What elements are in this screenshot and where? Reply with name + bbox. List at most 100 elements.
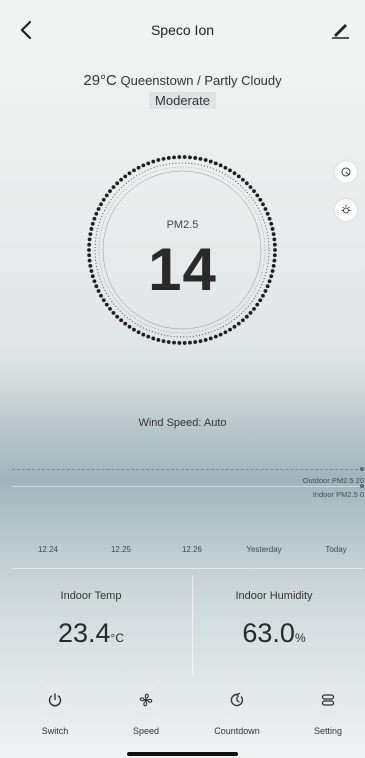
indoor-humidity-value: 63.0%: [183, 618, 365, 649]
ring-outer-dot: [108, 189, 112, 194]
air-quality-button[interactable]: [335, 161, 357, 183]
ring-outer-dot: [166, 340, 171, 344]
ring-outer-dot: [182, 341, 187, 345]
ring-outer-dot: [136, 330, 141, 335]
ring-outer-dot: [182, 155, 187, 159]
ring-outer-dot: [241, 177, 245, 182]
ring-outer-dot: [104, 193, 109, 198]
ring-outer-dot: [99, 202, 103, 207]
ring-outer-dot: [203, 338, 208, 342]
wind-speed: Wind Speed: Auto: [138, 417, 227, 429]
ring-outer-dot: [111, 185, 116, 190]
x-tick-label: 12.24: [37, 545, 59, 554]
edit-button[interactable]: [329, 18, 353, 42]
x-tick-label: 12.26: [181, 545, 203, 554]
ring-outer-dot: [248, 185, 253, 190]
ring-outer-dot: [172, 155, 176, 160]
pm25-value: 14: [148, 236, 217, 303]
ring-outer-dot: [248, 310, 253, 315]
ring-outer-dot: [111, 310, 116, 315]
ring-outer-dot: [161, 156, 166, 161]
indoor-temp-unit: °C: [110, 631, 125, 645]
page-title: Speco Ion: [150, 22, 215, 38]
switch-label: Switch: [41, 726, 69, 736]
ring-outer-dot: [119, 177, 123, 182]
ring-outer-dot: [223, 165, 228, 170]
countdown-icon-circle: [220, 683, 254, 717]
ring-outer-dot: [218, 332, 223, 337]
light-button[interactable]: [335, 199, 357, 221]
ring-outer-dot: [146, 161, 151, 166]
ring-outer-dot: [172, 340, 176, 345]
ring-outer-dot: [232, 324, 237, 329]
speed-label: Speed: [132, 726, 160, 736]
x-tick-label: 12.25: [110, 545, 132, 554]
ring-outer-dot: [265, 211, 270, 216]
indoor-humidity-unit: %: [294, 631, 306, 645]
outdoor-pm25-line: [12, 469, 363, 470]
ring-outer-dot: [244, 181, 249, 186]
ring-outer-dot: [208, 336, 213, 341]
chart-x-axis: 12.24 12.25 12.26 Yesterday Today: [0, 545, 365, 559]
ring-outer-dot: [236, 321, 241, 326]
ring-outer-dot: [255, 193, 260, 198]
chart-divider: [12, 568, 363, 569]
ring-outer-dot: [188, 340, 192, 345]
ring-outer-dot: [228, 168, 232, 173]
ring-outer-dot: [241, 318, 245, 323]
fan-icon: [139, 693, 153, 707]
switch-icon-circle: [38, 683, 72, 717]
ring-outer-dot: [213, 334, 218, 339]
ring-outer-dot: [101, 197, 106, 202]
speed-icon-circle: [129, 683, 163, 717]
ring-outer-dot: [141, 163, 146, 168]
control-bar: Switch Speed Countdown Setting: [0, 683, 365, 743]
ring-outer-dot: [151, 159, 156, 164]
outdoor-temperature: 29°C: [83, 72, 117, 89]
outdoor-pm25-legend: Outdoor PM2.5 20: [302, 476, 364, 485]
ring-outer-dot: [223, 330, 228, 335]
x-tick-label: Yesterday: [246, 545, 282, 554]
switch-button[interactable]: Switch: [25, 683, 85, 736]
ring-outer-dot: [208, 159, 213, 164]
x-tick-label: Today: [325, 545, 347, 554]
indoor-humidity-panel: Indoor Humidity 63.0%: [183, 590, 365, 649]
ring-outer-dot: [127, 171, 132, 176]
ring-outer-dot: [213, 161, 218, 166]
indoor-pm25-legend: Indoor PM2.5 0: [312, 490, 364, 499]
power-icon: [48, 693, 62, 707]
indoor-pm25-line: [12, 486, 363, 487]
ring-outer-dot: [132, 168, 136, 173]
ring-outer-dot: [115, 181, 120, 186]
countdown-button[interactable]: Countdown: [207, 683, 267, 736]
ring-outer-dot: [123, 174, 128, 179]
ring-outer-dot: [193, 340, 198, 344]
ring-outer-dot: [108, 306, 112, 311]
ring-outer-dot: [244, 314, 249, 319]
countdown-label: Countdown: [214, 726, 260, 736]
air-quality-badge: Moderate: [149, 92, 216, 109]
ring-outer-dot: [232, 171, 237, 176]
ring-outer-dot: [156, 338, 161, 342]
air-quality-icon: [341, 167, 351, 177]
ring-outer-dot: [119, 318, 123, 323]
ring-outer-dot: [193, 156, 198, 160]
ring-outer-dot: [188, 155, 192, 160]
timer-icon: [230, 692, 244, 707]
ring-outer-dot: [161, 339, 166, 344]
ring-outer-dot: [252, 306, 256, 311]
ring-outer-dot: [136, 165, 141, 170]
setting-button[interactable]: Setting: [298, 683, 358, 736]
ring-outer-dot: [236, 174, 241, 179]
ring-outer-dot: [198, 156, 203, 161]
speed-button[interactable]: Speed: [116, 683, 176, 736]
header: Speco Ion: [0, 0, 365, 60]
indoor-pm25-point: [360, 484, 364, 488]
weather-line: 29°C Queenstown / Partly Cloudy: [0, 72, 365, 89]
pencil-icon: [332, 24, 349, 39]
ring-outer-dot: [166, 156, 171, 160]
ring-outer-dot: [151, 336, 156, 341]
weather-summary: 29°C Queenstown / Partly Cloudy Moderate: [0, 72, 365, 110]
ring-outer-dot: [218, 163, 223, 168]
ring-outer-dot: [132, 327, 136, 332]
